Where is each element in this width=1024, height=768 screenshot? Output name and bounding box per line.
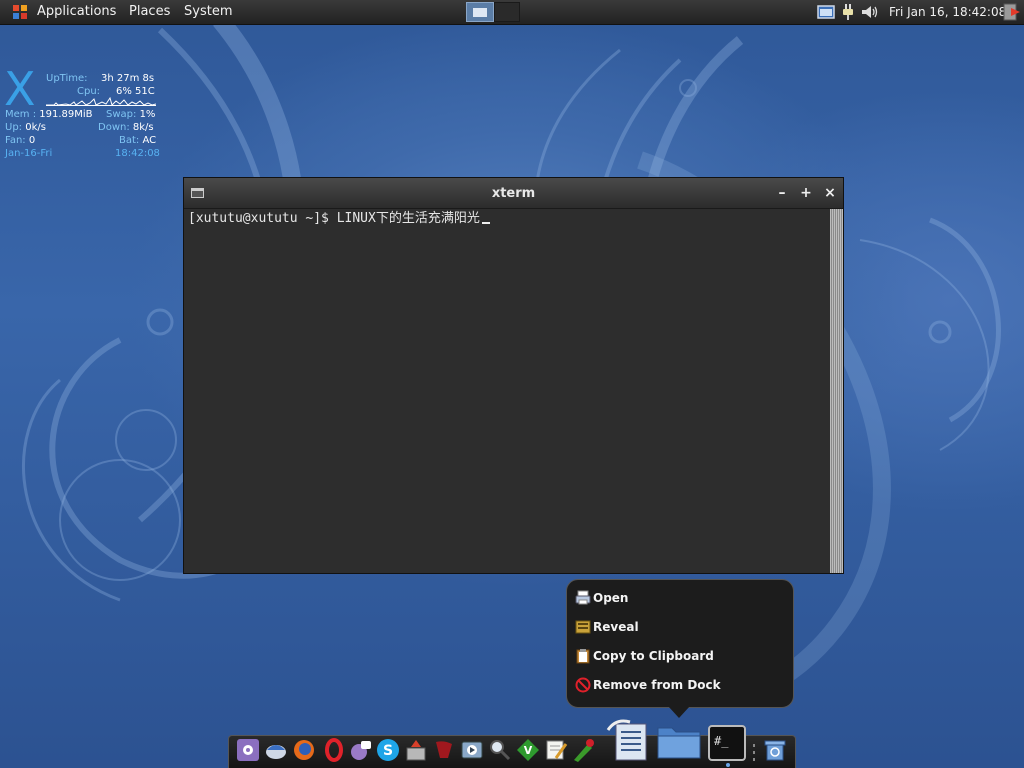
trash-icon[interactable] [763, 738, 787, 762]
media-player-icon[interactable] [460, 738, 484, 762]
conky-bat: Bat: AC [119, 134, 156, 147]
conky-uptime: UpTime: [46, 72, 88, 85]
menu-places[interactable]: Places [129, 0, 170, 24]
terminal-content[interactable]: [xututu@xututu ~]$ LINUX下的生活充满阳光 [184, 209, 829, 573]
terminal-icon[interactable]: #_ [708, 725, 746, 761]
conky-time: 18:42:08 [115, 147, 160, 160]
folder-icon[interactable] [656, 722, 702, 762]
up-label: Up: [5, 122, 23, 133]
mem-value: 191.89MiB [39, 109, 93, 120]
menu-item-label: Copy to Clipboard [593, 649, 714, 663]
conky-fan: Fan: 0 [5, 134, 35, 147]
conky-monitor: X UpTime: 3h 27m 8s Cpu: 6% 51C Mem : 19… [4, 66, 160, 162]
power-plug-icon[interactable] [840, 3, 856, 21]
menu-applications[interactable]: Applications [37, 0, 116, 24]
volume-icon[interactable] [860, 3, 880, 21]
fan-value: 0 [28, 135, 36, 146]
conky-up: Up: 0k/s [5, 121, 46, 134]
workspace-switcher[interactable] [466, 2, 520, 22]
up-value: 0k/s [25, 122, 46, 133]
cpu-graph [46, 96, 156, 106]
dock-separator [753, 744, 755, 761]
uptime-label: UpTime: [46, 73, 88, 84]
dock-context-menu: Open Reveal Copy to Clipboard Remove fro… [566, 579, 794, 708]
wine-icon[interactable] [432, 738, 456, 762]
openoffice-writer-icon[interactable] [606, 716, 652, 762]
text-editor-icon[interactable] [544, 738, 568, 762]
maximize-button[interactable]: + [798, 184, 814, 202]
fan-label: Fan: [5, 135, 26, 146]
applications-menu-icon[interactable] [12, 4, 28, 20]
menu-item-label: Open [593, 591, 629, 605]
printer-icon [575, 590, 591, 605]
uptime-value: 3h 27m 8s [101, 73, 155, 84]
window-titlebar[interactable]: xterm – + × [184, 178, 843, 209]
conky-mem: Mem : 191.89MiB [5, 108, 93, 121]
conky-uptime-value: 3h 27m 8s [101, 72, 154, 85]
minimize-button[interactable]: – [774, 184, 790, 202]
bat-label: Bat: [119, 135, 140, 146]
close-button[interactable]: × [822, 184, 838, 202]
logout-icon[interactable] [1002, 3, 1022, 21]
mem-label: Mem : [5, 109, 37, 120]
no-entry-icon [575, 677, 591, 693]
display-icon[interactable] [817, 3, 835, 21]
menu-item-copy[interactable]: Copy to Clipboard [575, 645, 785, 667]
menu-item-open[interactable]: Open [575, 587, 785, 609]
down-value: 8k/s [132, 122, 154, 133]
firefox-icon[interactable] [292, 738, 316, 762]
workspace-2[interactable] [494, 2, 520, 22]
conky-swap: Swap: 1% [106, 108, 155, 121]
opera-icon[interactable] [322, 738, 346, 762]
menu-item-label: Reveal [593, 620, 639, 634]
panel-clock[interactable]: Fri Jan 16, 18:42:08 [889, 0, 1006, 24]
terminal-scrollbar[interactable] [830, 209, 843, 573]
menu-item-remove[interactable]: Remove from Dock [575, 674, 785, 696]
pidgin-icon[interactable] [348, 738, 372, 762]
bat-value: AC [142, 135, 157, 146]
reveal-icon [575, 620, 591, 634]
menu-item-label: Remove from Dock [593, 678, 721, 692]
context-menu-pointer [668, 706, 690, 718]
menu-system[interactable]: System [184, 0, 232, 24]
inkscape-icon[interactable] [572, 738, 596, 762]
swap-label: Swap: [106, 109, 137, 120]
window-title: xterm [491, 186, 536, 201]
skype-icon[interactable]: S [376, 738, 400, 762]
down-label: Down: [98, 122, 130, 133]
running-indicator [726, 763, 730, 767]
svg-text:S: S [383, 743, 393, 759]
svg-text:V: V [524, 744, 533, 757]
search-icon[interactable] [488, 738, 512, 762]
gvim-icon[interactable]: V [516, 738, 540, 762]
installer-icon[interactable] [404, 738, 428, 762]
prompt-text: [xututu@xututu ~]$ LINUX下的生活充满阳光 [188, 211, 480, 226]
terminal-line: [xututu@xututu ~]$ LINUX下的生活充满阳光 [188, 209, 490, 229]
date-value: Jan-16-Fri [5, 148, 53, 159]
text-cursor [481, 222, 490, 224]
conky-logo: X [4, 62, 36, 116]
thunderbird-icon[interactable] [264, 738, 288, 762]
clipboard-icon [576, 649, 590, 664]
top-panel: Applications Places System Fri Jan 16, 1… [0, 0, 1024, 25]
settings-icon[interactable] [236, 738, 260, 762]
menu-item-reveal[interactable]: Reveal [575, 616, 785, 638]
time-value: 18:42:08 [115, 148, 160, 159]
swap-value: 1% [139, 109, 156, 120]
terminal-icon-glyph: #_ [714, 734, 729, 748]
conky-down: Down: 8k/s [98, 121, 154, 134]
workspace-1[interactable] [466, 2, 494, 22]
xterm-window[interactable]: xterm – + × [xututu@xututu ~]$ LINUX下的生活… [183, 177, 844, 574]
conky-date: Jan-16-Fri [5, 147, 52, 160]
